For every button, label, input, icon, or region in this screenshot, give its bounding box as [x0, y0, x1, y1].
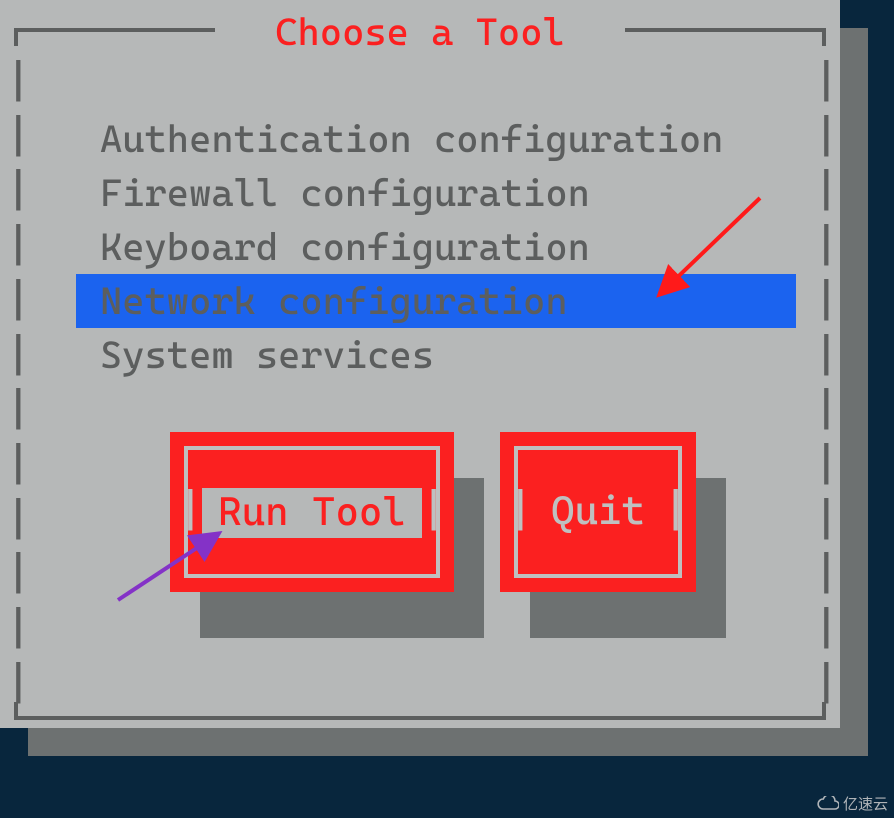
run-tool-label: Run Tool	[202, 489, 422, 535]
dialog-title-row: Choose a Tool	[0, 10, 840, 54]
menu-item-system-services[interactable]: System services	[76, 328, 796, 382]
watermark-text: 亿速云	[843, 793, 888, 814]
tool-menu[interactable]: Authentication configuration Firewall co…	[76, 112, 796, 382]
dialog-title: Choose a Tool	[275, 15, 564, 49]
dialog-border-right: |||||| ||||||	[814, 54, 834, 710]
quit-button[interactable]: Quit ||	[500, 432, 696, 592]
cloud-icon	[817, 796, 839, 812]
menu-item-keyboard[interactable]: Keyboard configuration	[76, 220, 796, 274]
run-tool-button[interactable]: Run Tool ||	[170, 432, 454, 592]
dialog-panel: Choose a Tool |||||| |||||| |||||| |||||…	[0, 0, 840, 728]
menu-item-authentication[interactable]: Authentication configuration	[76, 112, 796, 166]
dialog-border-left: |||||| ||||||	[6, 54, 26, 710]
dialog-border-bottom	[14, 716, 826, 720]
watermark: 亿速云	[817, 793, 888, 814]
menu-item-firewall[interactable]: Firewall configuration	[76, 166, 796, 220]
menu-item-network[interactable]: Network configuration	[76, 274, 796, 328]
button-row: Run Tool || Quit ||	[170, 432, 730, 642]
